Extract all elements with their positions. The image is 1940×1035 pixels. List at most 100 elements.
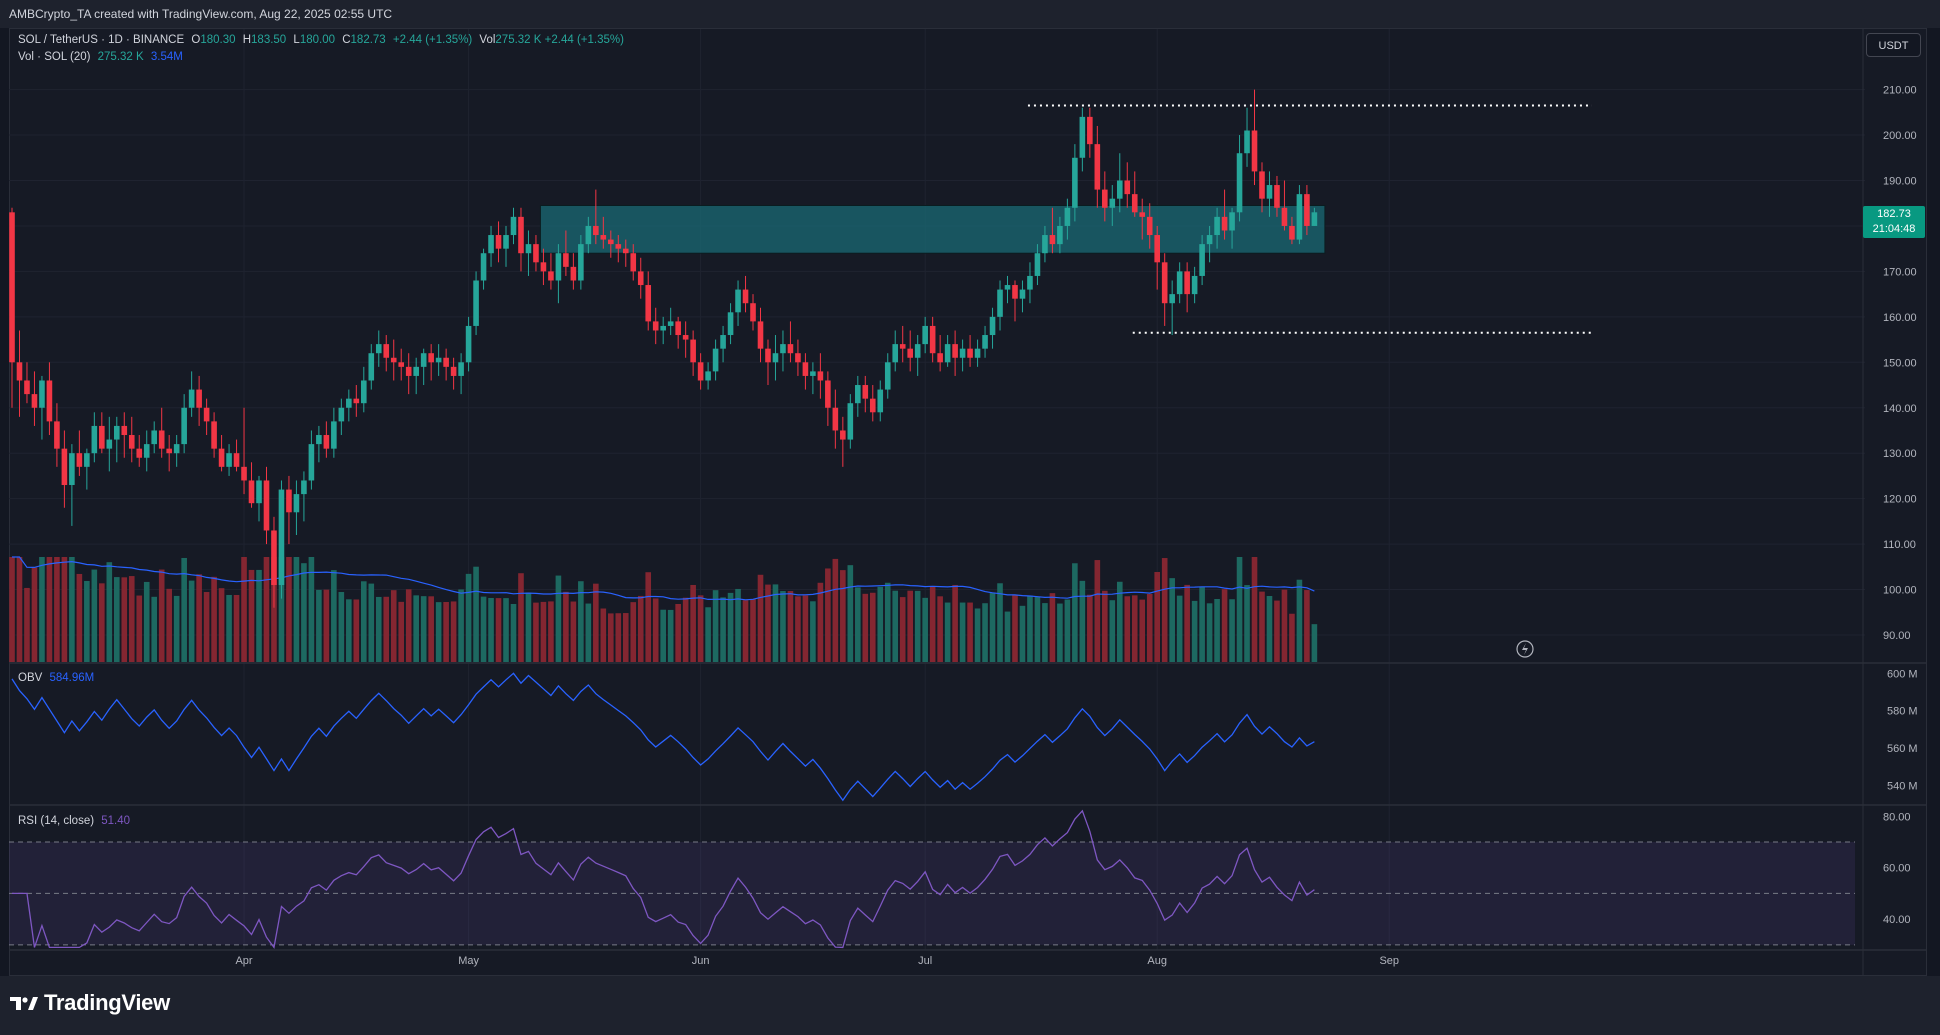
candle-body (600, 235, 607, 240)
change-value: +2.44 (+1.35%) (392, 34, 473, 46)
volume-bar (548, 601, 554, 662)
candle-body (660, 325, 666, 331)
candle-body (1124, 180, 1131, 195)
volume-bar (622, 613, 629, 662)
volume-bar (1079, 580, 1086, 662)
volume-bar (1057, 603, 1063, 662)
candle-body (375, 344, 382, 354)
candle-body (503, 235, 509, 249)
candle-body (922, 325, 928, 345)
volume-bar (518, 573, 524, 662)
candle-body (480, 253, 487, 281)
volume-bar (690, 584, 696, 662)
volume-bar (151, 596, 158, 662)
volume-indicator-name: Vol · SOL (20) (18, 51, 91, 63)
volume-bar (1124, 596, 1131, 662)
candle-body (974, 348, 981, 358)
candle-body (892, 344, 899, 363)
open-value: 180.30 (200, 34, 236, 46)
candle-body (959, 348, 966, 358)
volume-bar (555, 575, 562, 662)
volume-bar (997, 583, 1003, 662)
volume-bar (405, 589, 412, 662)
date-tick-label: Sep (1379, 955, 1399, 967)
volume-bar (1012, 595, 1018, 662)
obv-tick-label: 600 M (1887, 668, 1918, 680)
chart-canvas[interactable]: 90.00 100.00 110.00 120.00 130.00 140.00 150.0… (0, 0, 1940, 1035)
candle-body (435, 357, 442, 363)
volume-bar (563, 591, 569, 662)
volume-bar (645, 572, 652, 662)
candle-body (121, 425, 128, 436)
price-tick-label: 160.00 (1883, 312, 1917, 324)
tradingview-logo[interactable]: TradingView (10, 990, 170, 1016)
volume-bar (1296, 579, 1303, 662)
candle-body (682, 335, 689, 340)
price-tick-label: 120.00 (1883, 494, 1917, 506)
volume-bar (24, 587, 30, 662)
low-value: 180.00 (299, 34, 336, 46)
volume-bar (652, 598, 659, 662)
volume-ma-value: 3.54M (150, 51, 183, 63)
candle-body (1214, 216, 1220, 236)
candle-body (1229, 212, 1235, 231)
candle-body (166, 448, 172, 454)
candle-body (1281, 207, 1288, 226)
volume-bar (922, 597, 928, 662)
volume-bar (735, 588, 741, 662)
volume-bar (256, 569, 262, 662)
candle-body (563, 253, 569, 267)
obv-line (11, 672, 1315, 802)
candle-body (1191, 275, 1198, 295)
candle-body (24, 380, 30, 395)
symbol-name: SOL / TetherUS · 1D · BINANCE (18, 34, 185, 46)
candle-body (1266, 185, 1273, 199)
volume-bar (825, 568, 831, 662)
rsi-tick-label: 60.00 (1883, 863, 1911, 875)
candle-body (997, 289, 1003, 317)
candle-body (278, 489, 285, 586)
candle-body (795, 353, 801, 363)
volume-bar (1304, 590, 1310, 662)
volume-bar (503, 598, 509, 662)
close-value: 182.73 (350, 34, 386, 46)
volume-bar (398, 601, 405, 662)
candle-body (1146, 216, 1153, 236)
volume-bar (1266, 596, 1273, 662)
volume-bar (952, 584, 958, 662)
candle-body (727, 312, 734, 336)
candle-body (989, 316, 996, 336)
volume-bar (1274, 600, 1280, 662)
candle-body (735, 289, 741, 313)
volume-bar (99, 583, 105, 662)
candle-body (1012, 285, 1018, 299)
candle-body (390, 357, 397, 363)
volume-bar (907, 590, 913, 662)
candle-body (458, 362, 464, 376)
candle-body (31, 394, 38, 408)
volume-bar (76, 573, 83, 662)
volume-bar (39, 557, 45, 662)
volume-bar (772, 584, 779, 662)
currency-button[interactable]: USDT (1866, 33, 1921, 57)
volume-bar (585, 603, 592, 662)
volume-bar (136, 595, 143, 662)
candle-body (271, 530, 277, 586)
candle-body (1221, 216, 1228, 231)
volume-bar (570, 601, 577, 662)
candle-body (802, 362, 809, 376)
date-tick-label: Apr (235, 955, 252, 967)
volume-bar (1169, 578, 1175, 662)
candle-body (1131, 194, 1138, 213)
volume-bar (1191, 600, 1198, 662)
volume-bar (488, 597, 494, 662)
candle-body (840, 430, 846, 440)
candle-body (301, 480, 307, 495)
candle-body (1094, 144, 1101, 190)
volume-bar (1019, 605, 1026, 662)
candle-body (323, 435, 330, 449)
price-tick-label: 110.00 (1883, 539, 1916, 551)
volume-bar (1042, 603, 1048, 662)
candle-body (1289, 225, 1295, 240)
volume-bar (944, 602, 951, 662)
